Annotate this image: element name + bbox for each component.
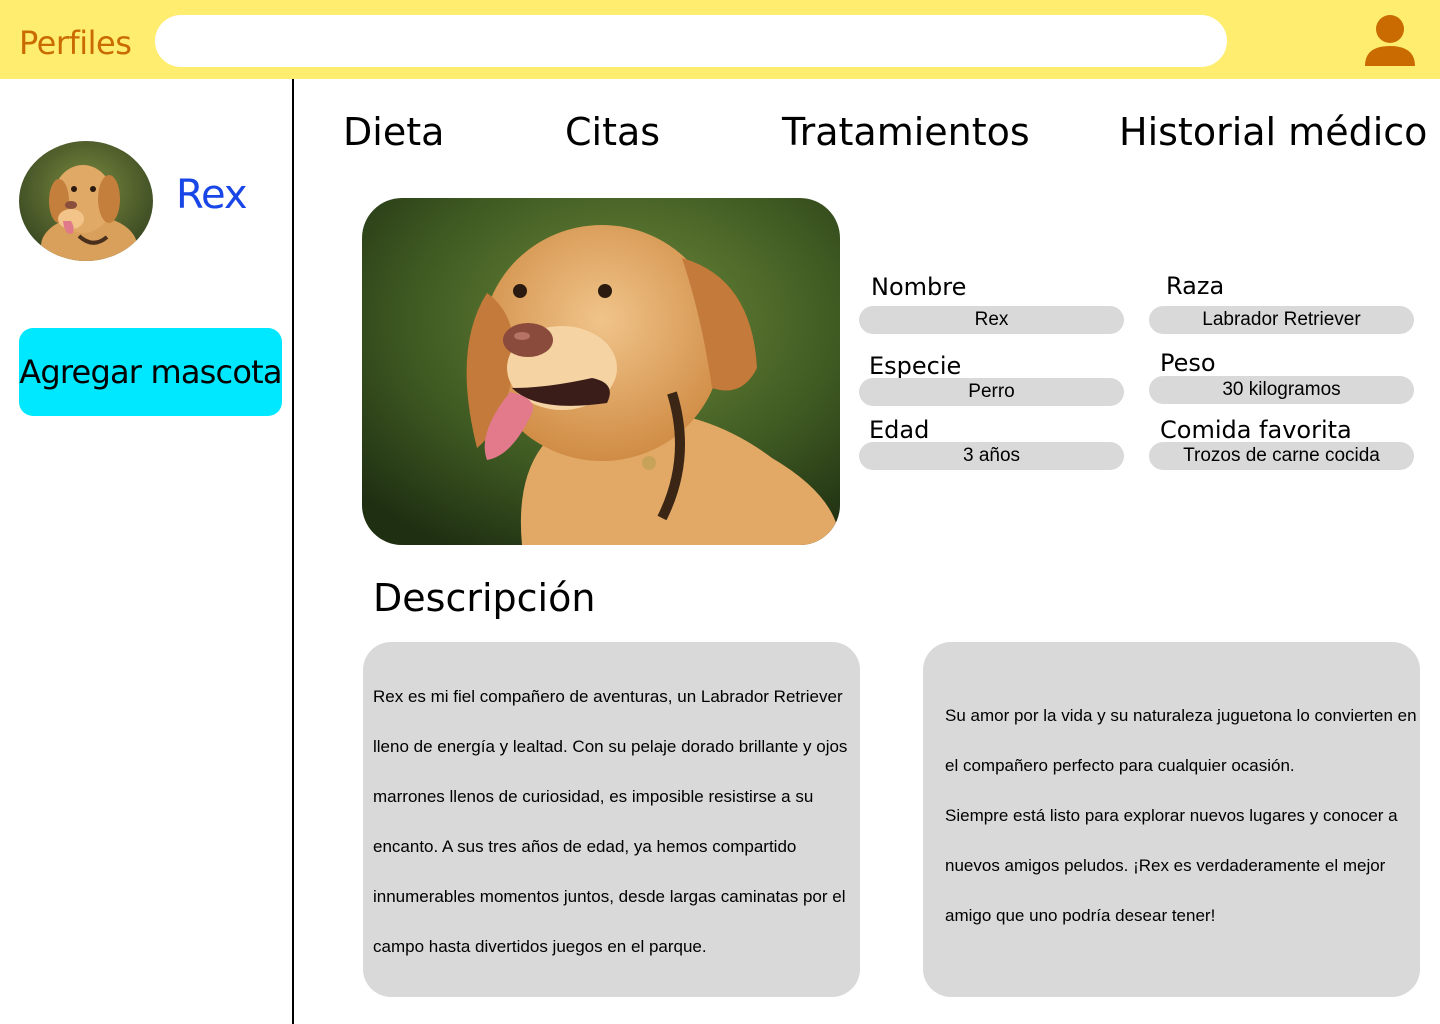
field-label-weight: Peso xyxy=(1160,349,1216,377)
field-value-species: Perro xyxy=(859,378,1124,406)
field-value-breed: Labrador Retriever xyxy=(1149,306,1414,334)
description-line: encanto. A sus tres años de edad, ya hem… xyxy=(373,837,797,856)
field-value-name: Rex xyxy=(859,306,1124,334)
sidebar-divider xyxy=(292,79,294,1024)
description-line: innumerables momentos juntos, desde larg… xyxy=(373,887,846,906)
description-line: Rex es mi fiel compañero de aventuras, u… xyxy=(373,687,843,706)
description-title: Descripción xyxy=(373,576,596,620)
description-line: campo hasta divertidos juegos en el parq… xyxy=(373,937,707,956)
add-pet-button[interactable]: Agregar mascota xyxy=(19,328,282,416)
tab-treatments[interactable]: Tratamientos xyxy=(782,110,1030,154)
tab-appointments[interactable]: Citas xyxy=(565,110,660,154)
search-input[interactable] xyxy=(155,15,1227,67)
dog-photo-thumbnail xyxy=(19,141,153,261)
top-bar: Perfiles xyxy=(0,0,1440,79)
pet-avatar[interactable] xyxy=(19,141,153,261)
field-label-age: Edad xyxy=(869,416,930,444)
description-line: marrones llenos de curiosidad, es imposi… xyxy=(373,787,814,806)
description-card-right: Su amor por la vida y su naturaleza jugu… xyxy=(923,642,1420,997)
sidebar-pet-name[interactable]: Rex xyxy=(176,172,248,218)
field-value-favorite-food: Trozos de carne cocida xyxy=(1149,442,1414,470)
tab-medical-history[interactable]: Historial médico xyxy=(1119,110,1427,154)
field-label-name: Nombre xyxy=(871,273,967,301)
field-label-breed: Raza xyxy=(1166,272,1225,300)
description-line: el compañero perfecto para cualquier oca… xyxy=(945,756,1295,775)
field-label-favorite-food: Comida favorita xyxy=(1160,416,1352,444)
field-label-species: Especie xyxy=(869,352,962,380)
pet-photo xyxy=(362,198,840,545)
user-icon xyxy=(1365,15,1415,66)
description-line: Siempre está listo para explorar nuevos … xyxy=(945,806,1398,825)
description-line: lleno de energía y lealtad. Con su pelaj… xyxy=(373,737,848,756)
field-value-age: 3 años xyxy=(859,442,1124,470)
description-line: nuevos amigos peludos. ¡Rex es verdadera… xyxy=(945,856,1386,875)
description-card-left: Rex es mi fiel compañero de aventuras, u… xyxy=(363,642,860,997)
description-line: amigo que uno podría desear tener! xyxy=(945,906,1216,925)
app-title[interactable]: Perfiles xyxy=(19,24,132,62)
field-value-weight: 30 kilogramos xyxy=(1149,376,1414,404)
tab-diet[interactable]: Dieta xyxy=(343,110,444,154)
description-line: Su amor por la vida y su naturaleza jugu… xyxy=(945,706,1417,725)
dog-photo xyxy=(362,198,840,545)
user-profile-button[interactable] xyxy=(1362,14,1418,68)
